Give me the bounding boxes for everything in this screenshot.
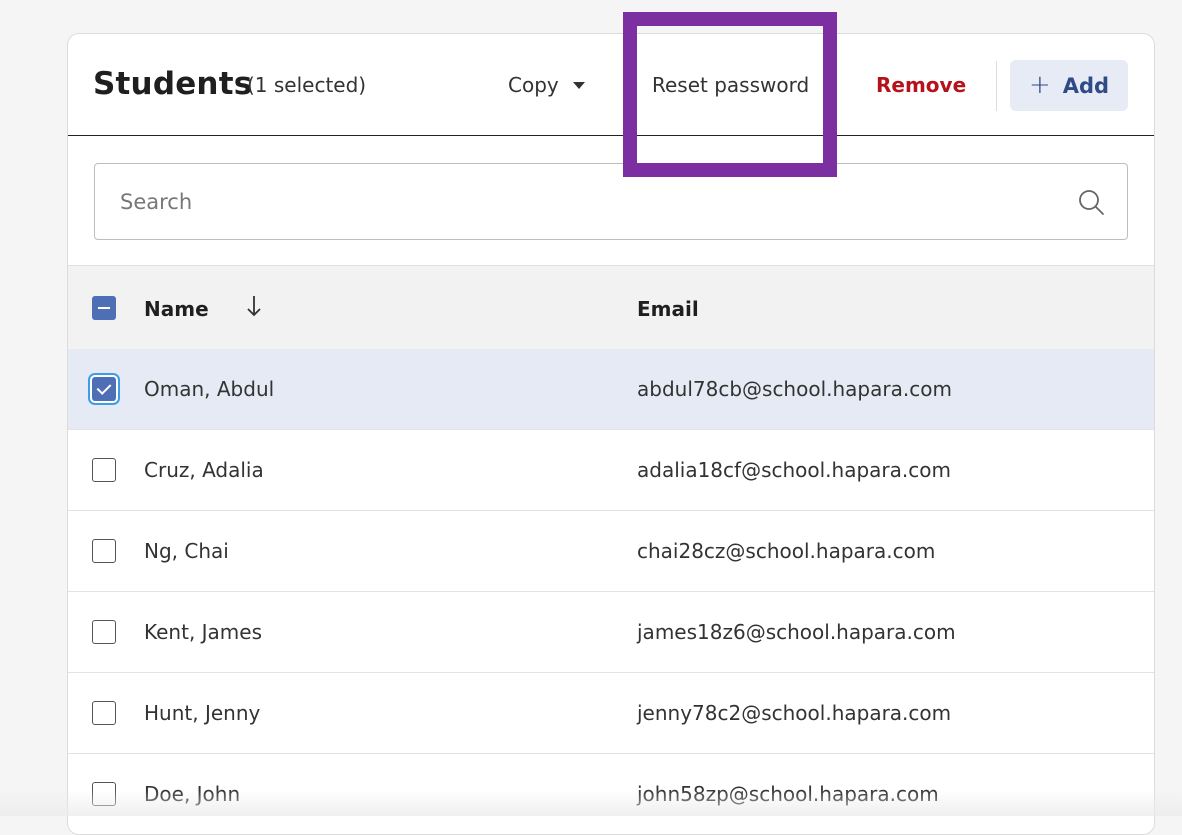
row-checkbox[interactable] — [92, 539, 116, 563]
row-checkbox[interactable] — [92, 620, 116, 644]
student-name: Oman, Abdul — [144, 377, 275, 401]
students-table-body: Oman, Abdul abdul78cb@school.hapara.com … — [68, 349, 1154, 834]
student-name: Ng, Chai — [144, 539, 229, 563]
sort-descending-icon[interactable] — [246, 294, 262, 318]
reset-password-button[interactable]: Reset password — [652, 73, 809, 97]
header-divider — [996, 61, 997, 111]
copy-button[interactable]: Copy — [508, 70, 585, 100]
student-name: Cruz, Adalia — [144, 458, 264, 482]
search-icon[interactable] — [1077, 188, 1105, 216]
search-input[interactable] — [95, 164, 1055, 239]
page-title: Students — [93, 66, 253, 102]
add-label: Add — [1062, 73, 1110, 98]
table-row[interactable]: Kent, James james18z6@school.hapara.com — [68, 592, 1154, 673]
add-button[interactable]: + Add — [1010, 60, 1128, 111]
select-all-checkbox[interactable] — [92, 296, 116, 320]
caret-down-icon — [572, 81, 585, 89]
selected-count: (1 selected) — [247, 73, 367, 97]
copy-label: Copy — [508, 73, 559, 97]
table-row[interactable]: Oman, Abdul abdul78cb@school.hapara.com — [68, 349, 1154, 430]
search-box — [94, 163, 1128, 240]
student-email: chai28cz@school.hapara.com — [637, 539, 936, 563]
student-email: adalia18cf@school.hapara.com — [637, 458, 951, 482]
table-row[interactable]: Hunt, Jenny jenny78c2@school.hapara.com — [68, 673, 1154, 754]
table-row[interactable]: Ng, Chai chai28cz@school.hapara.com — [68, 511, 1154, 592]
student-name: Hunt, Jenny — [144, 701, 261, 725]
table-row[interactable]: Cruz, Adalia adalia18cf@school.hapara.co… — [68, 430, 1154, 511]
column-header-email: Email — [637, 297, 699, 321]
student-name: Doe, John — [144, 782, 241, 806]
plus-icon: + — [1028, 69, 1051, 100]
table-row[interactable]: Doe, John john58zp@school.hapara.com — [68, 754, 1154, 834]
students-card: Students (1 selected) Copy Reset passwor… — [67, 33, 1155, 835]
student-email: jenny78c2@school.hapara.com — [637, 701, 952, 725]
card-header: Students (1 selected) Copy Reset passwor… — [68, 34, 1154, 136]
column-header-name[interactable]: Name — [144, 297, 209, 321]
student-email: james18z6@school.hapara.com — [637, 620, 956, 644]
student-email: john58zp@school.hapara.com — [637, 782, 939, 806]
row-checkbox[interactable] — [92, 701, 116, 725]
table-header: Name Email — [68, 265, 1154, 350]
remove-button[interactable]: Remove — [876, 73, 966, 97]
row-checkbox[interactable] — [92, 377, 116, 401]
row-checkbox[interactable] — [92, 782, 116, 806]
student-email: abdul78cb@school.hapara.com — [637, 377, 952, 401]
student-name: Kent, James — [144, 620, 263, 644]
row-checkbox[interactable] — [92, 458, 116, 482]
